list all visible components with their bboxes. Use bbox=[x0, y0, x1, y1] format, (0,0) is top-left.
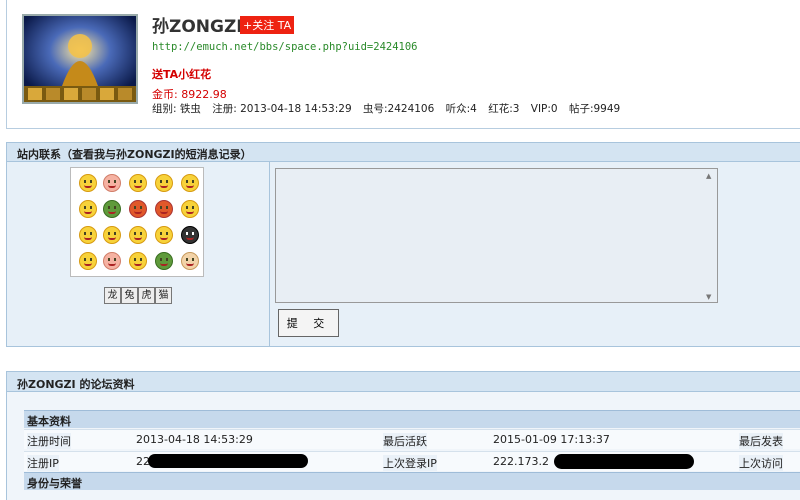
label-last-active: 最后活跃 bbox=[383, 433, 427, 449]
stat-register: 注册: 2013-04-18 14:53:29 bbox=[212, 103, 352, 115]
emoji-victory-icon[interactable] bbox=[79, 174, 97, 192]
value-last-active: 2015-01-09 17:13:37 bbox=[493, 433, 610, 446]
label-last-post: 最后发表 bbox=[739, 433, 783, 449]
emoji-picker bbox=[70, 167, 204, 277]
stat-posts: 帖子:9949 bbox=[568, 103, 621, 115]
emoji-nerd-icon[interactable] bbox=[129, 252, 147, 270]
scroll-up-icon[interactable]: ▲ bbox=[706, 172, 711, 180]
table-row: 注册IP 222 上次登录IP 222.173.2 上次访问 bbox=[24, 451, 800, 471]
redaction-mark bbox=[148, 454, 308, 468]
emoji-pig-icon[interactable] bbox=[103, 174, 121, 192]
emoji-shock-icon[interactable] bbox=[79, 226, 97, 244]
emoji-kiss-icon[interactable] bbox=[103, 252, 121, 270]
emoji-set-cat-button[interactable]: 猫 bbox=[155, 287, 172, 304]
value-register-time: 2013-04-18 14:53:29 bbox=[136, 433, 253, 446]
coins-value: 金币: 8922.98 bbox=[152, 88, 227, 101]
redaction-mark bbox=[554, 454, 694, 469]
forum-section-title: 孙ZONGZI 的论坛资料 bbox=[17, 378, 135, 391]
space-link[interactable]: http://emuch.net/bbs/space.php?uid=24241… bbox=[152, 41, 418, 53]
avatar[interactable] bbox=[22, 14, 138, 104]
emoji-set-rabbit-button[interactable]: 兔 bbox=[121, 287, 138, 304]
send-flower-link[interactable]: 送TA小红花 bbox=[152, 66, 211, 82]
emoji-love-icon[interactable] bbox=[79, 252, 97, 270]
scroll-down-icon[interactable]: ▼ bbox=[706, 293, 711, 301]
emoji-person-icon[interactable] bbox=[155, 252, 173, 270]
message-divider bbox=[269, 162, 270, 346]
forum-section-header: 孙ZONGZI 的论坛资料 bbox=[6, 371, 800, 392]
submit-button[interactable]: 提 交 bbox=[278, 309, 339, 337]
label-register-time: 注册时间 bbox=[27, 433, 71, 449]
emoji-wow-icon[interactable] bbox=[103, 226, 121, 244]
emoji-set-dragon-button[interactable]: 龙 bbox=[104, 287, 121, 304]
emoji-sad-icon[interactable] bbox=[155, 174, 173, 192]
stat-group: 组别: 铁虫 bbox=[152, 103, 201, 115]
label-register-ip: 注册IP bbox=[27, 455, 59, 471]
emoji-handshake-icon[interactable] bbox=[181, 252, 199, 270]
emoji-turtle-icon[interactable] bbox=[103, 200, 121, 218]
stat-uid: 虫号:2424106 bbox=[362, 103, 435, 115]
table-row: 注册时间 2013-04-18 14:53:29 最后活跃 2015-01-09… bbox=[24, 429, 800, 449]
emoji-smile-icon[interactable] bbox=[79, 200, 97, 218]
user-stats: 组别: 铁虫 注册: 2013-04-18 14:53:29 虫号:242410… bbox=[152, 101, 628, 116]
message-section-header: 站内联系（查看我与孙ZONGZI的短消息记录） bbox=[6, 142, 800, 162]
follow-button[interactable]: +关注 TA bbox=[240, 16, 295, 34]
emoji-devil-icon[interactable] bbox=[181, 226, 199, 244]
message-textarea[interactable] bbox=[275, 168, 718, 303]
basic-info-header: 基本资料 bbox=[24, 410, 800, 428]
emoji-grin-icon[interactable] bbox=[181, 174, 199, 192]
emoji-angry-icon[interactable] bbox=[155, 200, 173, 218]
stat-vip: VIP:0 bbox=[530, 103, 558, 115]
stat-listeners: 听众:4 bbox=[445, 103, 477, 115]
emoji-dizzy-icon[interactable] bbox=[129, 200, 147, 218]
emoji-sleepy-icon[interactable] bbox=[155, 226, 173, 244]
message-section-title[interactable]: 站内联系（查看我与孙ZONGZI的短消息记录） bbox=[17, 146, 252, 162]
label-last-login-ip: 上次登录IP bbox=[383, 455, 437, 471]
stat-flowers: 红花:3 bbox=[488, 103, 520, 115]
label-last-visit: 上次访问 bbox=[739, 455, 783, 471]
avatar-image bbox=[24, 16, 136, 102]
username: 孙ZONGZI bbox=[152, 17, 243, 37]
emoji-happy-icon[interactable] bbox=[181, 200, 199, 218]
value-last-login-ip: 222.173.2 bbox=[493, 455, 549, 468]
identity-honor-header: 身份与荣誉 bbox=[24, 472, 800, 490]
emoji-set-tiger-button[interactable]: 虎 bbox=[138, 287, 155, 304]
emoji-laugh-icon[interactable] bbox=[129, 226, 147, 244]
emoji-thinking-icon[interactable] bbox=[129, 174, 147, 192]
